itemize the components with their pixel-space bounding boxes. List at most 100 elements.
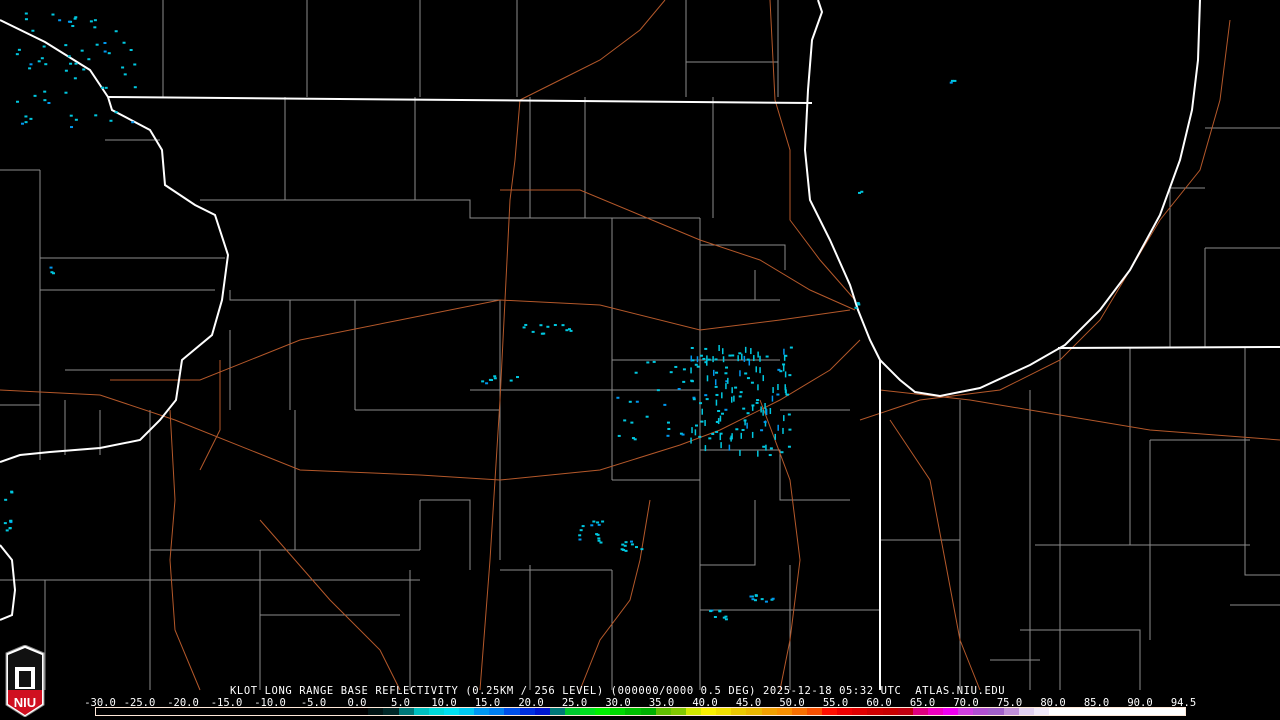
echo-pixel [724,618,728,621]
color-swatch [685,708,701,715]
color-swatch [882,708,898,715]
color-swatch [307,708,323,715]
color-swatch [489,708,505,715]
color-swatch [912,708,928,715]
product-title: KLOT LONG RANGE BASE REFLECTIVITY (0.25K… [230,685,1006,697]
echo-pixel [718,345,720,352]
echo-pixel [522,326,526,329]
echo-pixel [24,121,28,124]
echo-pixel [744,346,747,353]
echo-pixel [694,363,698,366]
echo-pixel [634,371,638,374]
echo-pixel [516,376,520,379]
echo-pixel [690,355,693,362]
echo-pixel [43,99,47,102]
color-swatch [443,708,459,715]
echo-pixel [682,368,686,371]
echo-pixel [722,356,725,363]
echo-pixel [674,365,678,368]
color-swatch [867,708,883,715]
echo-pixel [734,386,738,389]
color-swatch [1169,708,1185,715]
color-swatch [353,708,369,715]
echo-pixel [597,537,601,540]
echo-pixel [744,419,746,426]
echo-pixel [10,491,14,494]
color-swatch [141,708,157,715]
echo-pixel [755,366,757,373]
color-swatch [534,708,550,715]
echo-pixel [753,355,755,362]
echo-pixel [640,548,644,551]
color-swatch [716,708,732,715]
county-lines [0,0,1280,690]
echo-pixel [581,525,585,528]
echo-pixel [52,272,56,275]
echo-pixel [784,384,786,391]
echo-pixel [107,52,111,55]
echo-pixel [721,348,724,355]
color-swatch [1094,708,1110,715]
echo-pixel [695,424,699,427]
echo-pixel [101,86,105,89]
color-swatch [1048,708,1064,715]
color-swatch [973,708,989,715]
echo-pixel [540,332,544,335]
echo-pixel [656,389,660,392]
color-swatch [398,708,414,715]
color-swatch [519,708,535,715]
echo-pixel [74,62,78,65]
color-swatch [232,708,248,715]
echo-pixel [737,355,739,362]
echo-pixel [715,371,719,374]
echo-pixel [751,431,754,438]
color-swatch [1124,708,1140,715]
color-swatch [640,708,656,715]
echo-pixel [630,543,634,546]
color-swatch [927,708,943,715]
echo-pixel [725,383,727,390]
color-swatch [988,708,1004,715]
echo-pixel [49,266,53,269]
echo-pixel [714,385,718,388]
echo-pixel [677,388,681,391]
echo-pixel [704,347,708,350]
echo-pixel [599,541,603,544]
il-wi-border [107,96,813,104]
echo-pixel [623,419,627,422]
color-swatch [958,708,974,715]
color-swatch [459,708,475,715]
color-swatch [837,708,853,715]
echo-pixel [704,419,706,426]
echo-pixel [691,427,693,434]
echo-pixel [733,395,735,402]
state-borders [0,0,1280,690]
color-swatch [428,708,444,715]
echo-pixel [759,355,761,362]
echo-pixel [16,100,20,103]
echo-pixel [87,58,91,61]
color-swatch [171,708,187,715]
color-swatch [746,708,762,715]
echo-pixel [531,330,535,333]
echo-pixel [617,434,621,437]
echo-pixel [715,393,719,396]
echo-pixel [777,424,779,431]
echo-pixel [43,90,47,93]
color-swatch [1154,708,1170,715]
echo-pixel [667,427,671,430]
echo-pixel [64,69,68,72]
echo-pixel [73,17,77,20]
echo-pixel [89,20,93,23]
echo-pixel [701,408,703,415]
echo-pixel [731,387,733,394]
color-swatch [670,708,686,715]
echo-pixel [782,363,786,366]
echo-pixel [9,519,13,522]
radar-map[interactable] [0,0,1280,720]
echo-pixel [694,429,697,436]
echo-pixel [24,18,28,21]
echo-pixel [788,428,792,431]
echo-pixel [561,324,565,327]
echo-pixel [622,548,626,551]
